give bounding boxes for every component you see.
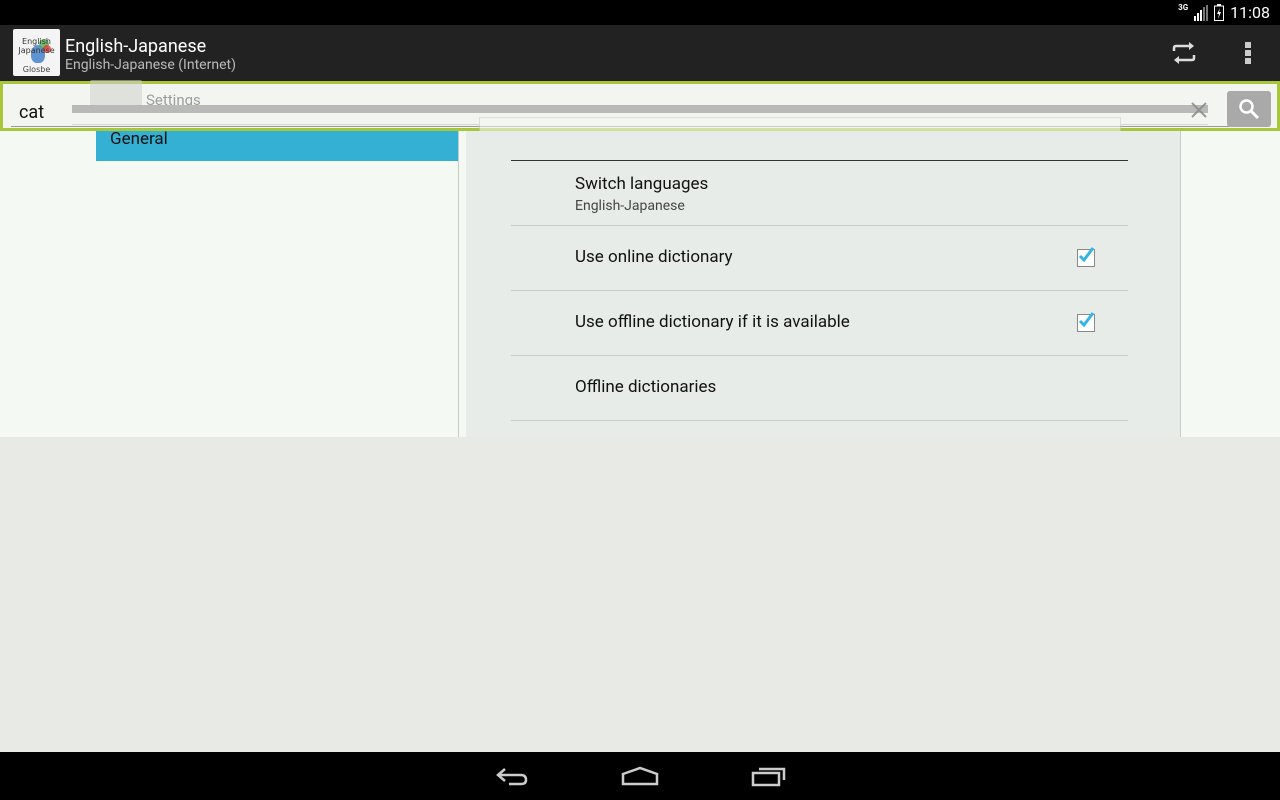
clock: 11:08 bbox=[1230, 3, 1270, 22]
pref-use-online-dictionary[interactable]: Use online dictionary bbox=[511, 226, 1128, 291]
clear-search-button[interactable] bbox=[1187, 98, 1211, 122]
sync-icon bbox=[1172, 42, 1196, 64]
settings-header-general[interactable]: General bbox=[96, 129, 458, 161]
switch-languages-button[interactable] bbox=[1156, 25, 1212, 81]
back-icon bbox=[496, 768, 528, 786]
more-vert-icon bbox=[1245, 42, 1251, 64]
status-bar: 3G 11:08 bbox=[0, 0, 1280, 25]
navigation-bar bbox=[0, 752, 1280, 800]
settings-content: General Switch languages English-Japanes… bbox=[0, 129, 1280, 437]
app-title: English-Japanese bbox=[65, 36, 207, 57]
settings-preferences-pane: Switch languages English-Japanese Use on… bbox=[466, 131, 1181, 437]
offline-dictionary-checkbox[interactable] bbox=[1077, 312, 1095, 332]
search-button[interactable] bbox=[1227, 91, 1271, 127]
overflow-menu-button[interactable] bbox=[1220, 25, 1276, 81]
search-bar bbox=[0, 81, 1280, 131]
action-bar: English Japanese Glosbe English-Japanese… bbox=[0, 25, 1280, 81]
signal-icon bbox=[1194, 4, 1209, 21]
settings-headers-pane: General bbox=[96, 129, 459, 437]
pref-summary: English-Japanese bbox=[575, 198, 685, 214]
battery-icon bbox=[1214, 4, 1225, 21]
online-dictionary-checkbox[interactable] bbox=[1077, 247, 1095, 267]
home-icon bbox=[621, 766, 659, 786]
back-button[interactable] bbox=[480, 752, 544, 800]
checkmark-icon bbox=[1078, 247, 1095, 263]
app-logo-icon[interactable]: English Japanese Glosbe bbox=[13, 29, 60, 76]
pref-title: Switch languages bbox=[575, 174, 709, 194]
pref-offline-dictionaries[interactable]: Offline dictionaries bbox=[511, 356, 1128, 421]
pref-use-offline-dictionary[interactable]: Use offline dictionary if it is availabl… bbox=[511, 291, 1128, 356]
recent-apps-icon bbox=[751, 767, 786, 787]
pref-title: Use online dictionary bbox=[575, 247, 733, 267]
close-icon bbox=[1191, 102, 1207, 118]
home-button[interactable] bbox=[608, 752, 672, 800]
search-input[interactable] bbox=[11, 98, 1237, 127]
network-type: 3G bbox=[1178, 2, 1189, 12]
recent-apps-button[interactable] bbox=[737, 752, 801, 800]
checkmark-icon bbox=[1078, 312, 1095, 328]
settings-header-label: General bbox=[110, 129, 168, 149]
app-subtitle: English-Japanese (Internet) bbox=[65, 57, 236, 73]
pref-title: Use offline dictionary if it is availabl… bbox=[575, 312, 850, 332]
pref-title: Offline dictionaries bbox=[575, 377, 717, 397]
pref-switch-languages[interactable]: Switch languages English-Japanese bbox=[511, 161, 1128, 226]
search-icon bbox=[1239, 99, 1260, 120]
